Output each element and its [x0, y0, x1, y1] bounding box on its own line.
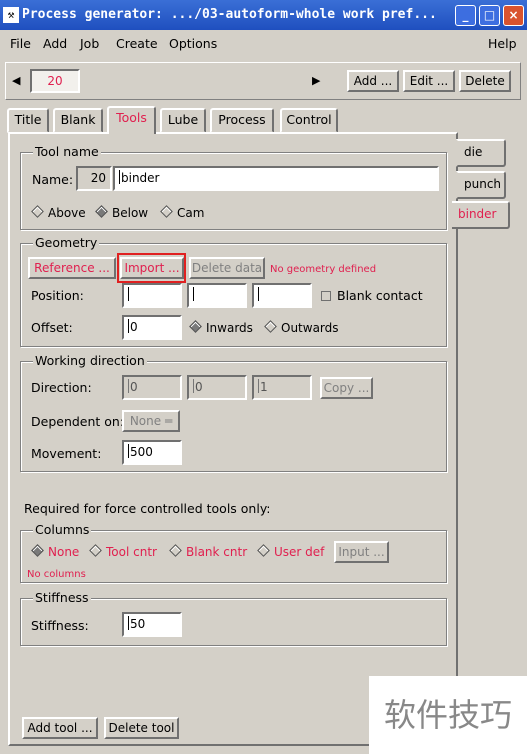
tool-name-value: binder: [121, 171, 160, 185]
dependent-on-select[interactable]: None ═: [122, 410, 180, 432]
watermark-overlay: 软件技巧: [369, 676, 527, 754]
position-y-input[interactable]: [187, 283, 247, 308]
close-button[interactable]: ×: [503, 5, 524, 26]
menu-options[interactable]: Options: [169, 36, 217, 51]
force-controlled-heading: Required for force controlled tools only…: [24, 501, 271, 516]
offset-label: Offset:: [31, 320, 73, 335]
next-arrow-icon[interactable]: ▶: [312, 74, 320, 87]
blank-contact-checkbox[interactable]: Blank contact: [321, 288, 423, 303]
stiffness-input[interactable]: 50: [122, 612, 182, 637]
stiffness-group-label: Stiffness: [33, 590, 91, 605]
columns-status: No columns: [27, 569, 86, 580]
process-generator-window: ⚒ Process generator: .../03-autoform-who…: [0, 0, 527, 754]
copy-button[interactable]: Copy ...: [320, 377, 373, 399]
position-x-input[interactable]: [122, 283, 182, 308]
movement-label: Movement:: [31, 446, 102, 461]
position-label: Position:: [31, 288, 84, 303]
above-radio[interactable]: Above: [31, 205, 86, 220]
import-highlight-box: [117, 253, 186, 283]
title-bar[interactable]: ⚒ Process generator: .../03-autoform-who…: [0, 0, 527, 30]
menu-help[interactable]: Help: [488, 36, 517, 51]
maximize-button[interactable]: □: [479, 5, 500, 26]
inwards-radio[interactable]: Inwards: [189, 320, 253, 335]
dependent-on-label: Dependent on:: [31, 414, 125, 429]
tab-blank[interactable]: Blank: [53, 108, 103, 133]
window-title: Process generator: .../03-autoform-whole…: [22, 7, 437, 22]
delete-button[interactable]: Delete: [459, 70, 511, 92]
delete-tool-button[interactable]: Delete tool: [104, 717, 179, 739]
menu-create[interactable]: Create: [116, 36, 158, 51]
direction-x-field: 0: [122, 375, 182, 400]
offset-input[interactable]: 0: [122, 315, 182, 340]
direction-label: Direction:: [31, 380, 92, 395]
tool-number-field: 20: [76, 166, 112, 191]
app-icon[interactable]: ⚒: [3, 7, 19, 23]
columns-none-radio[interactable]: None: [31, 544, 79, 559]
tab-lube[interactable]: Lube: [160, 108, 206, 133]
tool-name-group-label: Tool name: [33, 144, 101, 159]
geometry-status: No geometry defined: [270, 264, 377, 275]
menu-add[interactable]: Add: [43, 36, 67, 51]
tab-control[interactable]: Control: [280, 108, 338, 133]
name-label: Name:: [32, 172, 74, 187]
side-tab-punch[interactable]: punch: [456, 171, 506, 199]
tab-tools[interactable]: Tools: [107, 106, 156, 134]
position-z-input[interactable]: [252, 283, 312, 308]
previous-arrow-icon[interactable]: ◀: [12, 74, 20, 87]
add-button[interactable]: Add ...: [347, 70, 399, 92]
direction-y-field: 0: [187, 375, 247, 400]
tab-title[interactable]: Title: [7, 108, 49, 133]
cam-radio[interactable]: Cam: [160, 205, 204, 220]
columns-blank-cntr-radio[interactable]: Blank cntr: [169, 544, 247, 559]
working-direction-group-label: Working direction: [33, 353, 147, 368]
columns-group-label: Columns: [33, 522, 92, 537]
minimize-button[interactable]: _: [455, 5, 476, 26]
reference-button[interactable]: Reference ...: [28, 257, 116, 279]
tab-process[interactable]: Process: [210, 108, 274, 133]
outwards-radio[interactable]: Outwards: [264, 320, 339, 335]
option-menu-icon: ═: [164, 414, 173, 428]
menu-file[interactable]: File: [10, 36, 31, 51]
stiffness-label: Stiffness:: [31, 618, 89, 633]
menu-job[interactable]: Job: [80, 36, 99, 51]
geometry-group-label: Geometry: [33, 235, 100, 250]
menu-bar: File Add Job Create Options Help: [0, 30, 527, 56]
below-radio[interactable]: Below: [95, 205, 148, 220]
tool-navigator: ◀ 20 ▶ Add ... Edit ... Delete: [5, 62, 521, 100]
columns-input-button[interactable]: Input ...: [334, 541, 389, 563]
add-tool-button[interactable]: Add tool ...: [22, 717, 98, 739]
columns-user-def-radio[interactable]: User def: [257, 544, 324, 559]
side-tab-die[interactable]: die: [456, 139, 506, 167]
delete-data-button[interactable]: Delete data: [189, 257, 265, 279]
tool-name-input[interactable]: binder: [113, 166, 439, 191]
side-tab-binder[interactable]: binder: [452, 201, 510, 229]
movement-input[interactable]: 500: [122, 440, 182, 465]
current-tool-number[interactable]: 20: [30, 69, 80, 93]
direction-z-field: 1: [252, 375, 312, 400]
columns-tool-cntr-radio[interactable]: Tool cntr: [89, 544, 157, 559]
edit-button[interactable]: Edit ...: [403, 70, 455, 92]
